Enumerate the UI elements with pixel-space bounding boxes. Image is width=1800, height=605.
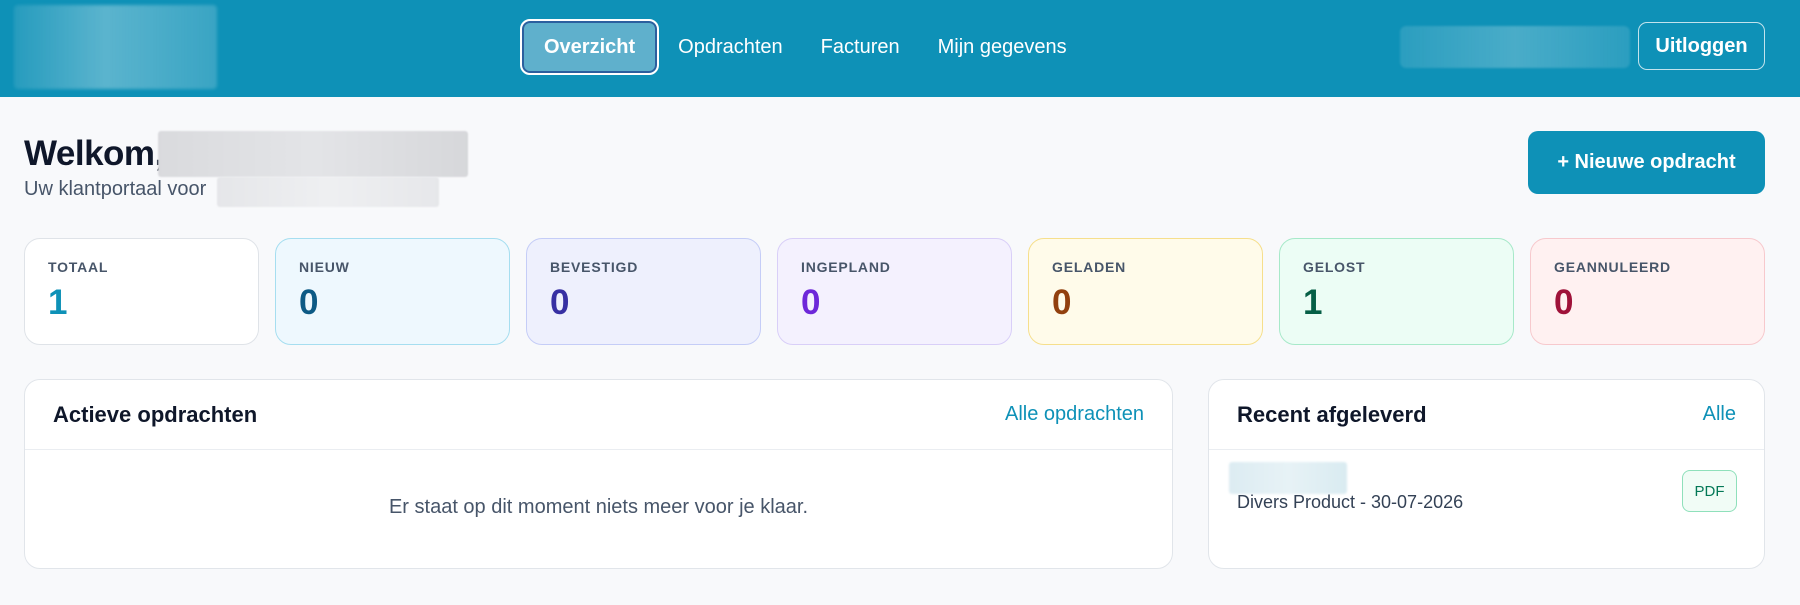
panel-title: Actieve opdrachten [53, 401, 258, 427]
stat-label: TOTAAL [48, 259, 109, 275]
stat-label: NIEUW [299, 259, 350, 275]
stat-label: BEVESTIGD [550, 259, 639, 275]
stat-label: GELOST [1303, 259, 1366, 275]
customer-name-redacted [158, 131, 468, 177]
delivery-description: Divers Product - 30-07-2026 [1237, 492, 1464, 512]
nav-facturen[interactable]: Facturen [802, 19, 919, 75]
status-summary-cards: TOTAAL 1 NIEUW 0 BEVESTIGD 0 INGEPLAND 0… [24, 238, 1765, 345]
nav-mijn-gegevens[interactable]: Mijn gegevens [919, 19, 1086, 75]
active-orders-panel: Actieve opdrachten Alle opdrachten Er st… [24, 379, 1173, 569]
logout-button[interactable]: Uitloggen [1638, 22, 1765, 70]
stat-label: GEANNULEERD [1554, 259, 1671, 275]
stat-card-gelost[interactable]: GELOST 1 [1279, 238, 1514, 345]
stat-card-bevestigd[interactable]: BEVESTIGD 0 [526, 238, 761, 345]
panel-header: Actieve opdrachten Alle opdrachten [25, 380, 1172, 450]
stat-card-geannuleerd[interactable]: GEANNULEERD 0 [1530, 238, 1765, 345]
company-name-redacted [217, 177, 439, 207]
stat-value: 0 [1052, 283, 1072, 322]
welcome-heading: Welkom, [24, 134, 164, 173]
nav-overzicht[interactable]: Overzicht [520, 19, 660, 75]
stat-label: INGEPLAND [801, 259, 891, 275]
stat-card-geladen[interactable]: GELADEN 0 [1028, 238, 1263, 345]
user-name-redacted [1400, 26, 1630, 68]
stat-value: 1 [1303, 283, 1323, 322]
stat-value: 0 [550, 283, 570, 322]
stat-label: GELADEN [1052, 259, 1127, 275]
new-order-button[interactable]: + Nieuwe opdracht [1528, 131, 1765, 194]
portal-subtitle: Uw klantportaal voor [24, 178, 207, 200]
order-number-redacted [1229, 462, 1347, 494]
nav-opdrachten[interactable]: Opdrachten [659, 19, 802, 75]
panel-header: Recent afgeleverd Alle [1209, 380, 1764, 450]
top-navigation-bar: Overzicht Opdrachten Facturen Mijn gegev… [0, 0, 1800, 97]
stat-card-nieuw[interactable]: NIEUW 0 [275, 238, 510, 345]
all-delivered-link[interactable]: Alle [1703, 403, 1736, 426]
stat-value: 0 [801, 283, 821, 322]
all-orders-link[interactable]: Alle opdrachten [1005, 403, 1144, 426]
stat-card-ingepland[interactable]: INGEPLAND 0 [777, 238, 1012, 345]
main-nav: Overzicht Opdrachten Facturen Mijn gegev… [520, 19, 1086, 75]
stat-value: 0 [1554, 283, 1574, 322]
stat-card-totaal[interactable]: TOTAAL 1 [24, 238, 259, 345]
stat-value: 1 [48, 283, 68, 322]
stat-value: 0 [299, 283, 319, 322]
panel-title: Recent afgeleverd [1237, 401, 1427, 427]
pdf-download-button[interactable]: PDF [1682, 470, 1737, 512]
company-logo[interactable] [14, 5, 217, 89]
empty-state-message: Er staat op dit moment niets meer voor j… [388, 496, 809, 518]
list-item[interactable]: Divers Product - 30-07-2026 PDF [1209, 450, 1764, 569]
recent-delivered-panel: Recent afgeleverd Alle Divers Product - … [1208, 379, 1765, 569]
